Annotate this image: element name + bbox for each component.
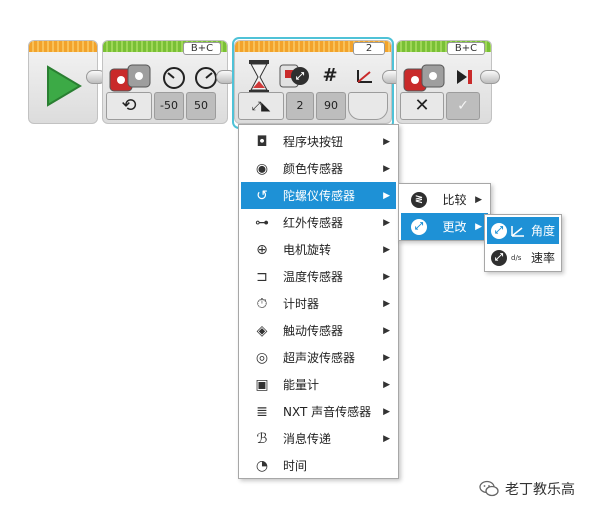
off-mode-selector[interactable]: ✕ [400,92,444,120]
menu-item-motor-rotation[interactable]: ⊕ 电机旋转 ▶ [241,236,396,263]
menu-item-label: 计时器 [283,297,320,311]
submenu-arrow-icon: ▶ [383,352,390,363]
menu-item-ultrasonic-sensor[interactable]: ◎ 超声波传感器 ▶ [241,344,396,371]
brake-stop-icon [451,63,479,91]
submenu-arrow-icon: ▶ [475,221,482,232]
touch-sensor-icon: ◈ [256,322,268,339]
color-sensor-icon: ◉ [255,160,269,177]
submenu-arrow-icon: ▶ [383,298,390,309]
menu-item-time[interactable]: ◔ 时间 [241,452,396,479]
menu-item-label: 电机旋转 [283,243,332,257]
program-canvas: B+C ⟲ -50 50 2 ⤢ # ⤢◣ 2 90 B+C ✕ ✓ [0,0,605,135]
menu-item-rate[interactable]: ⤢ d/s 速率 [487,244,559,271]
menu-item-label: 触动传感器 [283,324,344,338]
menu-item-label: 温度传感器 [283,270,344,284]
menu-item-change[interactable]: ⤢ 更改 ▶ [401,213,488,240]
menu-item-compare[interactable]: ≷ 比较 ▶ [401,186,488,213]
timer-icon: ⏱ [256,295,268,312]
menu-item-label: 消息传递 [283,432,332,446]
energy-meter-icon: ▣ [255,376,269,393]
infrared-sensor-icon: ⊶ [255,214,269,231]
rate-icon: ⤢ d/s [487,244,531,271]
steering-gauge-icon [159,63,189,93]
menu-item-energy-meter[interactable]: ▣ 能量计 ▶ [241,371,396,398]
brake-toggle[interactable]: ✓ [446,92,480,120]
power-input[interactable]: 50 [186,92,216,120]
watermark: 老丁教乐高 [479,478,575,500]
menu-item-label: 颜色传感器 [283,162,344,176]
rotate-mode-icon: ⟲ [121,95,137,116]
nxt-sound-sensor-icon: ≣ [256,403,268,420]
submenu-arrow-icon: ▶ [383,217,390,228]
sequence-connector[interactable] [480,70,500,84]
submenu-arrow-icon: ▶ [383,190,390,201]
menu-item-timer[interactable]: ⏱ 计时器 ▶ [241,290,396,317]
brick-buttons-icon: ◘ [256,133,268,150]
mode-selector[interactable]: ⟲ [106,92,152,120]
submenu-arrow-icon: ▶ [383,163,390,174]
temperature-sensor-icon: ⊐ [256,268,268,285]
menu-item-label: 红外传感器 [283,216,344,230]
submenu-arrow-icon: ▶ [383,433,390,444]
menu-item-label: 时间 [283,459,308,473]
submenu-arrow-icon: ▶ [475,194,482,205]
submenu-arrow-icon: ▶ [383,244,390,255]
play-icon [35,59,89,113]
time-icon: ◔ [255,457,269,474]
menu-item-label: 程序块按钮 [283,135,344,149]
ultrasonic-sensor-icon: ◎ [255,349,269,366]
submenu-arrow-icon: ▶ [383,271,390,282]
port-selector[interactable]: B+C [183,42,221,55]
menu-item-color-sensor[interactable]: ◉ 颜色传感器 ▶ [241,155,396,182]
gyro-sensor-icon: ↺ [256,187,268,204]
menu-item-label: 超声波传感器 [283,351,356,365]
menu-item-label: 速率 [531,251,556,265]
port-selector[interactable]: B+C [447,42,485,55]
menu-item-messaging[interactable]: ℬ 消息传递 ▶ [241,425,396,452]
menu-item-label: 能量计 [283,378,320,392]
menu-item-angle[interactable]: ⤢ 角度 [487,217,559,244]
menu-item-label: 陀螺仪传感器 [283,189,356,203]
menu-item-gyro-sensor[interactable]: ↺ 陀螺仪传感器 ▶ [241,182,396,209]
menu-item-infrared-sensor[interactable]: ⊶ 红外传感器 ▶ [241,209,396,236]
menu-item-touch-sensor[interactable]: ◈ 触动传感器 ▶ [241,317,396,344]
rate-unit: d/s [511,253,522,262]
menu-item-label: 更改 [442,220,467,234]
submenu-arrow-icon: ▶ [383,325,390,336]
submenu-arrow-icon: ▶ [383,136,390,147]
menu-item-nxt-sound-sensor[interactable]: ≣ NXT 声音传感器 ▶ [241,398,396,425]
compare-icon: ≷ [401,186,437,213]
submenu-arrow-icon: ▶ [383,379,390,390]
menu-item-temperature-sensor[interactable]: ⊐ 温度传感器 ▶ [241,263,396,290]
sensor-category-menu: ◘ 程序块按钮 ▶ ◉ 颜色传感器 ▶ ↺ 陀螺仪传感器 ▶ ⊶ 红外传感器 ▶ ⊕ 电机旋转 ▶ ⊐ 温度传感… [238,124,399,479]
off-mode-icon: ✕ [414,95,430,116]
menu-item-brick-buttons[interactable]: ◘ 程序块按钮 ▶ [241,128,396,155]
motor-rotation-icon: ⊕ [256,241,268,258]
block-selection-outline [232,37,394,129]
menu-item-label: 角度 [531,224,556,238]
menu-item-label: NXT 声音传感器 [283,405,372,419]
gyro-submenu: ≷ 比较 ▶ ⤢ 更改 ▶ [398,183,491,241]
watermark-text: 老丁教乐高 [505,482,575,498]
menu-item-label: 比较 [442,193,467,207]
change-icon: ⤢ [401,213,437,240]
wechat-icon [479,480,499,498]
steering-input[interactable]: -50 [154,92,184,120]
start-block-header [29,41,97,52]
messaging-icon: ℬ [256,430,268,447]
change-submenu: ⤢ 角度 ⤢ d/s 速率 [484,214,562,272]
angle-icon: ⤢ [487,217,531,244]
submenu-arrow-icon: ▶ [383,406,390,417]
